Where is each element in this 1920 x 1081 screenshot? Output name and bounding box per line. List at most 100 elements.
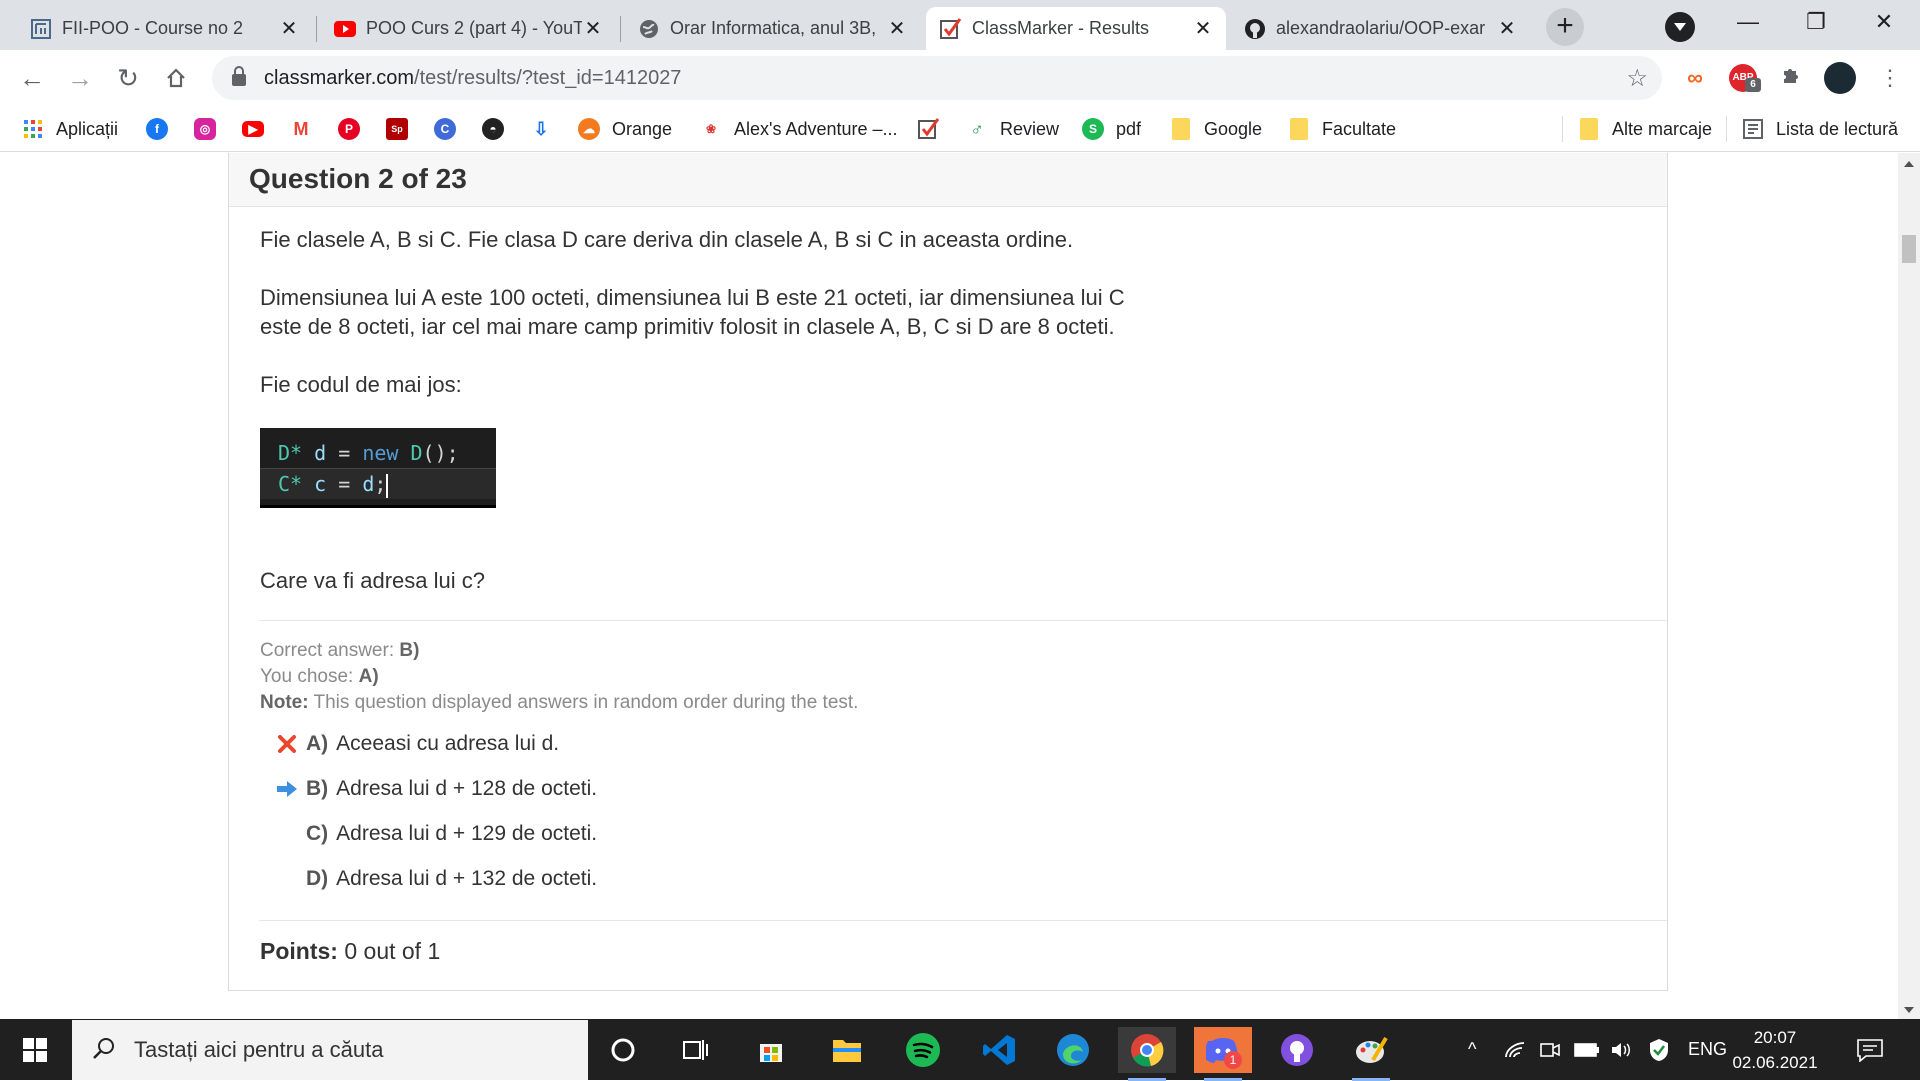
- folder-icon: [1580, 118, 1598, 140]
- bookmark-facebook[interactable]: f: [146, 115, 180, 143]
- home-icon[interactable]: [156, 58, 196, 98]
- bookmark-separator: [1562, 116, 1563, 142]
- store-icon[interactable]: [742, 1027, 800, 1073]
- wrong-x-icon: [274, 731, 300, 757]
- battery-icon[interactable]: [1574, 1019, 1600, 1080]
- bookmark-classmarker[interactable]: [918, 115, 952, 143]
- new-tab-button[interactable]: +: [1546, 8, 1584, 46]
- meet-now-icon[interactable]: [1540, 1019, 1560, 1080]
- bookmark-star-icon[interactable]: ☆: [1626, 64, 1648, 93]
- profile-avatar[interactable]: [1824, 62, 1856, 94]
- mask-icon: ◓: [482, 118, 504, 140]
- scroll-down-icon[interactable]: [1904, 1007, 1914, 1013]
- folder-icon: [1172, 118, 1190, 140]
- task-view-icon[interactable]: [666, 1027, 724, 1073]
- security-shield-icon[interactable]: [1648, 1019, 1670, 1080]
- globe-icon: [638, 18, 660, 40]
- bookmark-folder-other[interactable]: Alte marcaje: [1580, 115, 1712, 143]
- correct-arrow-icon: [274, 776, 300, 802]
- pdf-s-icon: S: [1082, 118, 1104, 140]
- extensions-puzzle-icon[interactable]: [1777, 64, 1805, 92]
- forward-icon[interactable]: →: [60, 58, 100, 98]
- youtube-icon: [334, 18, 356, 40]
- tab-search-icon[interactable]: [1665, 12, 1695, 42]
- tab-classmarker[interactable]: ClassMarker - Results ✕: [926, 7, 1226, 50]
- tab-fii-poo[interactable]: FII-POO - Course no 2 ✕: [16, 7, 312, 50]
- github-desktop-icon[interactable]: [1268, 1027, 1326, 1073]
- reload-icon[interactable]: ↻: [108, 58, 148, 98]
- points-line: Points: 0 out of 1: [260, 938, 441, 964]
- close-tab-icon[interactable]: ✕: [1496, 18, 1518, 40]
- answer-option-a: A) Aceeasi cu adresa lui d.: [274, 729, 559, 759]
- wifi-icon[interactable]: [1504, 1019, 1526, 1080]
- chrome-icon[interactable]: [1118, 1027, 1176, 1081]
- reading-list-button[interactable]: Lista de lectură: [1742, 115, 1898, 143]
- bookmark-pinterest[interactable]: P: [338, 115, 372, 143]
- notifications-icon[interactable]: [1856, 1019, 1884, 1080]
- close-tab-icon[interactable]: ✕: [278, 18, 300, 40]
- bookmark-orange[interactable]: ☁ Orange: [578, 115, 672, 143]
- search-icon: [92, 1036, 116, 1065]
- back-icon[interactable]: ←: [12, 58, 52, 98]
- language-indicator[interactable]: ENG: [1688, 1019, 1727, 1080]
- divider: [259, 620, 1667, 621]
- question-card: Question 2 of 23 Fie clasele A, B si C. …: [228, 153, 1668, 991]
- bookmark-download[interactable]: ⇩: [530, 115, 564, 143]
- url-text: classmarker.com/test/results/?test_id=14…: [264, 66, 682, 89]
- you-chose-line: You chose: A): [260, 666, 379, 687]
- close-tab-icon[interactable]: ✕: [582, 18, 604, 40]
- close-tab-icon[interactable]: ✕: [886, 18, 908, 40]
- address-bar[interactable]: classmarker.com/test/results/?test_id=14…: [212, 56, 1662, 100]
- bookmark-gmail[interactable]: M: [290, 115, 324, 143]
- bookmark-review[interactable]: ♂ Review: [966, 115, 1059, 143]
- taskbar-search-input[interactable]: Tastați aici pentru a căuta: [72, 1020, 588, 1080]
- adblock-badge: 6: [1745, 78, 1761, 92]
- classmarker-icon: [940, 17, 962, 40]
- restore-button[interactable]: ❐: [1786, 6, 1846, 38]
- windows-start-icon[interactable]: [0, 1019, 70, 1080]
- bookmark-folder-facultate[interactable]: Facultate: [1290, 115, 1396, 143]
- bookmark-c[interactable]: C: [434, 115, 468, 143]
- edge-icon[interactable]: [1044, 1027, 1102, 1073]
- tray-chevron-icon[interactable]: ^: [1468, 1019, 1476, 1080]
- menu-dots-icon[interactable]: ⋮: [1870, 58, 1910, 98]
- bookmark-mask[interactable]: ◓: [482, 115, 516, 143]
- cortana-icon[interactable]: [594, 1027, 652, 1073]
- reading-list-icon: [1742, 118, 1764, 140]
- close-tab-icon[interactable]: ✕: [1192, 18, 1214, 40]
- note-line: Note: This question displayed answers in…: [260, 692, 859, 713]
- minimize-button[interactable]: —: [1718, 6, 1778, 38]
- answer-option-d: D) Adresa lui d + 132 de octeti.: [306, 867, 598, 890]
- discord-icon[interactable]: 1: [1194, 1027, 1252, 1081]
- scroll-up-icon[interactable]: [1904, 161, 1914, 167]
- tab-separator: [316, 16, 317, 42]
- file-explorer-icon[interactable]: [818, 1027, 876, 1073]
- apps-grid-icon: [22, 118, 44, 140]
- bookmark-folder-google[interactable]: Google: [1172, 115, 1262, 143]
- vscode-icon[interactable]: [970, 1027, 1028, 1073]
- question-paragraph-2a: Dimensiunea lui A este 100 octeti, dimen…: [260, 285, 1125, 310]
- spotify-icon[interactable]: [894, 1027, 952, 1073]
- bookmarks-bar: Aplicații f ◎ ▶ M P Sp C ◓ ⇩ ☁ Orange ❀ …: [0, 106, 1920, 152]
- pinterest-icon: P: [338, 118, 360, 140]
- bookmark-alex[interactable]: ❀ Alex's Adventure –...: [700, 115, 898, 143]
- volume-icon[interactable]: [1610, 1019, 1632, 1080]
- adblock-icon[interactable]: ABP 6: [1729, 64, 1761, 92]
- bookmark-instagram[interactable]: ◎: [194, 115, 228, 143]
- page-scrollbar[interactable]: [1898, 153, 1920, 1019]
- bookmark-youtube[interactable]: ▶: [242, 115, 276, 143]
- question-ask: Care va fi adresa lui c?: [260, 568, 485, 593]
- tab-youtube[interactable]: POO Curs 2 (part 4) - YouT ✕: [320, 7, 616, 50]
- code-line-2: C* c = d;: [260, 468, 496, 499]
- paint-icon[interactable]: [1342, 1027, 1400, 1081]
- taskbar-clock[interactable]: 20:07 02.06.2021: [1725, 1025, 1825, 1075]
- infinity-extension-icon[interactable]: ∞: [1681, 64, 1709, 92]
- close-window-button[interactable]: ✕: [1854, 6, 1914, 38]
- tab-github[interactable]: alexandraolariu/OOP-exar ✕: [1230, 7, 1530, 50]
- scrollbar-thumb[interactable]: [1902, 235, 1916, 263]
- tab-orar[interactable]: Orar Informatica, anul 3B, ✕: [624, 7, 920, 50]
- folder-icon: [1290, 118, 1308, 140]
- bookmark-pdf[interactable]: S pdf: [1082, 115, 1141, 143]
- bookmark-apps[interactable]: Aplicații: [22, 115, 118, 143]
- bookmark-sp[interactable]: Sp: [386, 115, 420, 143]
